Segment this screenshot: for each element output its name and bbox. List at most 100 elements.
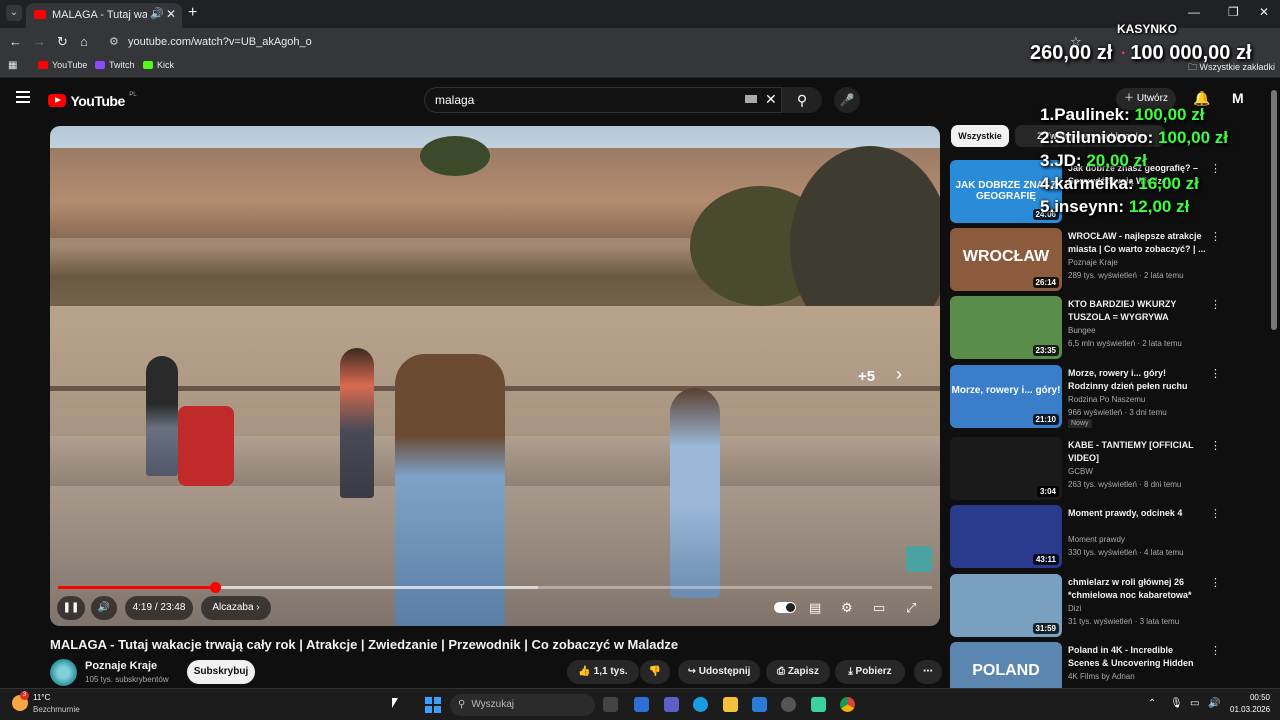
mute-button[interactable]: 🔊 <box>91 596 117 620</box>
windows-start-icon[interactable] <box>425 697 441 713</box>
search-button[interactable]: ⚲ <box>782 87 822 113</box>
tray-mic-icon[interactable]: 🎙 <box>1170 698 1183 709</box>
pause-button[interactable]: ❚❚ <box>57 596 85 620</box>
dislike-button[interactable]: 👎 <box>640 660 670 684</box>
video-thumbnail[interactable]: 43:11 <box>950 505 1062 568</box>
channel-watermark[interactable] <box>906 546 932 572</box>
keyboard-icon[interactable] <box>745 95 757 103</box>
recommended-video-title[interactable]: chmielarz w roli głównej 26 *chmielowa n… <box>1068 576 1206 602</box>
recommended-channel-name[interactable]: GCBW <box>1068 467 1093 476</box>
chip-all[interactable]: Wszystkie <box>951 125 1009 147</box>
more-options-icon[interactable]: ⋮ <box>1210 298 1221 311</box>
recommended-video[interactable]: 43:11 Moment prawdy, odcinek 4 Moment praw… <box>950 505 1221 569</box>
photos-app-icon[interactable] <box>634 697 649 712</box>
clock-time[interactable]: 00:50 <box>1230 693 1270 702</box>
minimize-button[interactable]: — <box>1188 5 1200 19</box>
video-thumbnail[interactable]: 3:04 <box>950 437 1062 500</box>
recommended-video[interactable]: 23:35 KTO BARDZIEJ WKURZY TUSZOLA = WYGRY… <box>950 296 1221 360</box>
more-options-icon[interactable]: ⋮ <box>1210 507 1221 520</box>
recommended-video-title[interactable]: WROCŁAW - najlepsze atrakcje miasta | Co… <box>1068 230 1206 256</box>
bookmark-twitch[interactable]: Twitch <box>95 60 135 70</box>
site-info-icon[interactable]: ⚙ <box>109 35 119 48</box>
store-app-icon[interactable] <box>752 697 767 712</box>
recommended-channel-name[interactable]: Dizi <box>1068 604 1081 613</box>
tab-youtube[interactable]: MALAGA - Tutaj wakacje trw 🔊 ✕ <box>26 3 182 28</box>
home-icon[interactable]: ⌂ <box>80 34 88 49</box>
channel-name[interactable]: Poznaje Kraje <box>85 660 157 672</box>
channel-avatar[interactable] <box>50 659 77 686</box>
clear-search-icon[interactable]: ✕ <box>765 91 777 108</box>
speaker-icon[interactable]: 🔊 <box>150 7 164 20</box>
video-thumbnail[interactable]: Morze, rowery i... góry! 21:10 <box>950 365 1062 428</box>
edge-app-icon[interactable] <box>693 697 708 712</box>
task-view-icon[interactable] <box>603 697 618 712</box>
more-options-icon[interactable]: ⋮ <box>1210 367 1221 380</box>
recommended-video-title[interactable]: KABE - TANTIEMY [OFFICIAL VIDEO] <box>1068 439 1206 465</box>
address-bar[interactable]: ⚙ youtube.com/watch?v=UB_akAgoh_o <box>100 31 1020 53</box>
subtitles-icon[interactable]: ▤ <box>809 600 821 616</box>
bookmark-youtube[interactable]: YouTube <box>38 60 87 70</box>
clock-date[interactable]: 01.03.2026 <box>1230 705 1270 714</box>
download-button[interactable]: ⤓ Pobierz <box>835 660 905 684</box>
recommended-video[interactable]: 3:04 KABE - TANTIEMY [OFFICIAL VIDEO] GCBW… <box>950 437 1221 501</box>
more-actions-button[interactable]: ⋯ <box>914 660 942 684</box>
fullscreen-icon[interactable]: ⤢ <box>906 600 916 616</box>
more-options-icon[interactable]: ⋮ <box>1210 644 1221 657</box>
voice-search-button[interactable]: 🎤 <box>834 87 860 113</box>
settings-gear-icon[interactable]: ⚙ <box>841 600 853 616</box>
search-input[interactable]: malaga ✕ <box>424 87 782 113</box>
save-button[interactable]: ⎙ Zapisz <box>766 660 830 684</box>
like-button[interactable]: 👍 1,1 tys. <box>567 660 639 684</box>
recommended-video-title[interactable]: Morze, rowery i... góry! Rodzinny dzień … <box>1068 367 1206 393</box>
progress-bar[interactable] <box>58 582 932 593</box>
teams-app-icon[interactable] <box>664 697 679 712</box>
recommended-video-title[interactable]: Moment prawdy, odcinek 4 <box>1068 507 1206 520</box>
recommended-video[interactable]: Morze, rowery i... góry! 21:10 Morze, rowe… <box>950 365 1221 429</box>
recommended-video-title[interactable]: KTO BARDZIEJ WKURZY TUSZOLA = WYGRYWA <box>1068 298 1206 324</box>
more-options-icon[interactable]: ⋮ <box>1210 230 1221 243</box>
tray-chevron-icon[interactable]: ⌃ <box>1148 698 1156 709</box>
file-explorer-icon[interactable] <box>723 697 738 712</box>
recommended-video[interactable]: 31:59 chmielarz w roli głównej 26 *chmiel… <box>950 574 1221 638</box>
back-icon[interactable]: ← <box>9 34 22 49</box>
recommended-channel-name[interactable]: Moment prawdy <box>1068 535 1125 544</box>
tray-volume-icon[interactable]: 🔊 <box>1208 698 1220 709</box>
recommended-channel-name[interactable]: Rodzina Po Naszemu <box>1068 395 1145 404</box>
chapter-button[interactable]: Alcazaba › <box>201 596 271 620</box>
forward-icon[interactable]: → <box>33 34 46 49</box>
youtube-logo[interactable]: YouTube PL <box>48 92 137 110</box>
maximize-button[interactable]: ❐ <box>1228 5 1239 19</box>
new-tab-button[interactable]: + <box>188 4 197 22</box>
menu-icon[interactable] <box>16 91 30 103</box>
chrome-app-icon[interactable] <box>840 697 855 712</box>
account-avatar[interactable]: M <box>1232 90 1244 106</box>
recommended-channel-name[interactable]: Poznaje Kraje <box>1068 258 1118 267</box>
recommended-video-title[interactable]: Poland in 4K - Incredible Scenes & Uncov… <box>1068 644 1206 670</box>
recommended-channel-name[interactable]: Bungee <box>1068 326 1096 335</box>
reload-icon[interactable]: ↻ <box>57 34 68 50</box>
tab-search-button[interactable]: ⌄ <box>6 5 22 21</box>
more-options-icon[interactable]: ⋮ <box>1210 439 1221 452</box>
scrubber-handle[interactable] <box>210 582 221 593</box>
page-scrollbar[interactable] <box>1271 90 1277 330</box>
theater-mode-icon[interactable]: ▭ <box>873 600 885 616</box>
video-thumbnail[interactable]: 31:59 <box>950 574 1062 637</box>
autoplay-toggle[interactable] <box>774 602 796 613</box>
video-player[interactable]: +5 › ❚❚ 🔊 4:19 / 23:48 Alcazaba › ▤ ⚙ ▭ … <box>50 126 940 626</box>
taskbar-search-input[interactable]: ⚲ Wyszukaj <box>450 694 595 716</box>
github-app-icon[interactable] <box>781 697 796 712</box>
more-options-icon[interactable]: ⋮ <box>1210 576 1221 589</box>
video-thumbnail[interactable]: 23:35 <box>950 296 1062 359</box>
subscribe-button[interactable]: Subskrybuj <box>187 660 255 684</box>
bookmark-kick[interactable]: Kick <box>143 60 174 70</box>
video-thumbnail[interactable]: WROCŁAW 26:14 <box>950 228 1062 291</box>
recommended-video[interactable]: WROCŁAW 26:14 WROCŁAW - najlepsze atrakcje… <box>950 228 1221 292</box>
close-window-button[interactable]: ✕ <box>1259 5 1269 19</box>
recommended-channel-name[interactable]: 4K Films by Adnan <box>1068 672 1135 681</box>
chevron-right-icon[interactable]: › <box>896 364 902 385</box>
share-button[interactable]: ↪ Udostępnij <box>678 660 760 684</box>
tray-network-icon[interactable]: ▭ <box>1190 698 1199 709</box>
more-options-icon[interactable]: ⋮ <box>1210 162 1221 175</box>
android-app-icon[interactable] <box>811 697 826 712</box>
apps-grid-icon[interactable]: ▦ <box>8 60 17 71</box>
